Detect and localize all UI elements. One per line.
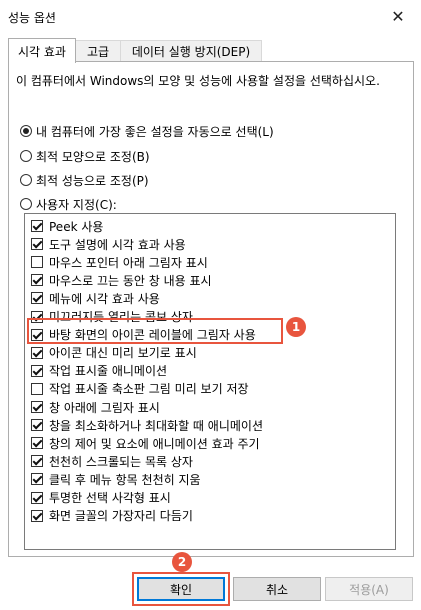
checkbox-checked[interactable] (31, 346, 43, 359)
effect-item[interactable]: 작업 표시줄 축소판 그림 미리 보기 저장 (31, 380, 249, 398)
annotation-badge-1: 1 (286, 317, 306, 337)
effect-item[interactable]: 작업 표시줄 애니메이션 (31, 362, 167, 380)
effect-label: 아이콘 대신 미리 보기로 표시 (49, 346, 197, 361)
effect-item[interactable]: Peek 사용 (31, 217, 103, 235)
checkbox-unchecked[interactable] (31, 256, 43, 269)
radio-dot (23, 128, 29, 134)
checkbox-checked[interactable] (31, 364, 43, 377)
radio-option-3[interactable]: 사용자 지정(C): (20, 195, 117, 213)
tab-visual-effects[interactable]: 시각 효과 (8, 38, 76, 63)
effect-item[interactable]: 메뉴에 시각 효과 사용 (31, 289, 160, 307)
radio-option-2[interactable]: 최적 성능으로 조정(P) (20, 171, 149, 189)
radio-label: 내 컴퓨터에 가장 좋은 설정을 자동으로 선택(L) (36, 124, 274, 139)
effect-item[interactable]: 화면 글꼴의 가장자리 다듬기 (31, 507, 193, 525)
effect-label: 마우스 포인터 아래 그림자 표시 (49, 255, 208, 270)
effect-item[interactable]: 마우스로 끄는 동안 창 내용 표시 (31, 271, 212, 289)
checkbox-checked[interactable] (31, 401, 43, 413)
checkbox-checked[interactable] (31, 473, 43, 486)
highlight-box-1 (27, 318, 283, 344)
effect-item[interactable]: 창을 최소화하거나 최대화할 때 애니메이션 (31, 416, 263, 434)
title-bar: 성능 옵션 ✕ (0, 0, 421, 32)
radio-option-1[interactable]: 최적 모양으로 조정(B) (20, 147, 150, 165)
effect-item[interactable]: 마우스 포인터 아래 그림자 표시 (31, 253, 208, 271)
effect-item[interactable]: 천천히 스크롤되는 목록 상자 (31, 452, 193, 470)
effect-label: 도구 설명에 시각 효과 사용 (49, 237, 186, 252)
tab-dep[interactable]: 데이터 실행 방지(DEP) (120, 40, 262, 61)
effect-item[interactable]: 투명한 선택 사각형 표시 (31, 489, 171, 507)
radio-button[interactable] (20, 150, 32, 162)
effect-item[interactable]: 클릭 후 메뉴 항목 천천히 지움 (31, 470, 201, 488)
effect-label: Peek 사용 (49, 219, 104, 234)
radio-button[interactable] (20, 125, 32, 137)
checkbox-checked[interactable] (31, 292, 43, 305)
radio-option-0[interactable]: 내 컴퓨터에 가장 좋은 설정을 자동으로 선택(L) (20, 122, 274, 140)
effect-label: 투명한 선택 사각형 표시 (49, 491, 171, 505)
effect-label: 창의 제어 및 요소에 애니메이션 효과 주기 (49, 436, 260, 451)
effect-item[interactable]: 도구 설명에 시각 효과 사용 (31, 235, 186, 253)
effect-label: 화면 글꼴의 가장자리 다듬기 (49, 509, 193, 524)
checkbox-checked[interactable] (31, 419, 43, 432)
effect-label: 마우스로 끄는 동안 창 내용 표시 (49, 273, 212, 288)
checkbox-checked[interactable] (31, 274, 43, 287)
ok-button[interactable]: 확인 (137, 577, 225, 601)
radio-label: 최적 성능으로 조정(P) (36, 173, 149, 188)
effect-label: 클릭 후 메뉴 항목 천천히 지움 (49, 472, 201, 487)
radio-button[interactable] (20, 198, 32, 210)
apply-button[interactable]: 적용(A) (325, 577, 413, 601)
checkbox-checked[interactable] (31, 238, 43, 251)
close-icon[interactable]: ✕ (375, 0, 421, 32)
effects-listbox[interactable]: Peek 사용도구 설명에 시각 효과 사용마우스 포인터 아래 그림자 표시마… (24, 213, 396, 550)
cancel-button[interactable]: 취소 (233, 577, 321, 601)
effect-label: 작업 표시줄 애니메이션 (49, 364, 168, 379)
effect-label: 천천히 스크롤되는 목록 상자 (49, 454, 193, 469)
window-title: 성능 옵션 (8, 11, 56, 25)
description-text: 이 컴퓨터에서 Windows의 모양 및 성능에 사용할 설정을 선택하십시오… (16, 74, 380, 88)
radio-label: 최적 모양으로 조정(B) (36, 149, 150, 164)
effect-item[interactable]: 창 아래에 그림자 표시 (31, 398, 160, 416)
effect-label: 메뉴에 시각 효과 사용 (49, 291, 160, 306)
effect-label: 작업 표시줄 축소판 그림 미리 보기 저장 (49, 382, 249, 397)
radio-label: 사용자 지정(C): (36, 197, 117, 212)
checkbox-checked[interactable] (31, 455, 43, 468)
checkbox-checked[interactable] (31, 220, 43, 232)
effect-label: 창 아래에 그림자 표시 (49, 400, 160, 415)
effect-item[interactable]: 창의 제어 및 요소에 애니메이션 효과 주기 (31, 434, 260, 452)
checkbox-checked[interactable] (31, 509, 43, 522)
effect-item[interactable]: 아이콘 대신 미리 보기로 표시 (31, 344, 197, 362)
tab-advanced[interactable]: 고급 (75, 40, 121, 61)
checkbox-unchecked[interactable] (31, 382, 43, 395)
annotation-badge-2: 2 (172, 552, 192, 572)
effect-label: 창을 최소화하거나 최대화할 때 애니메이션 (49, 418, 263, 433)
radio-button[interactable] (20, 174, 32, 186)
checkbox-checked[interactable] (31, 437, 43, 450)
checkbox-checked[interactable] (31, 491, 43, 504)
